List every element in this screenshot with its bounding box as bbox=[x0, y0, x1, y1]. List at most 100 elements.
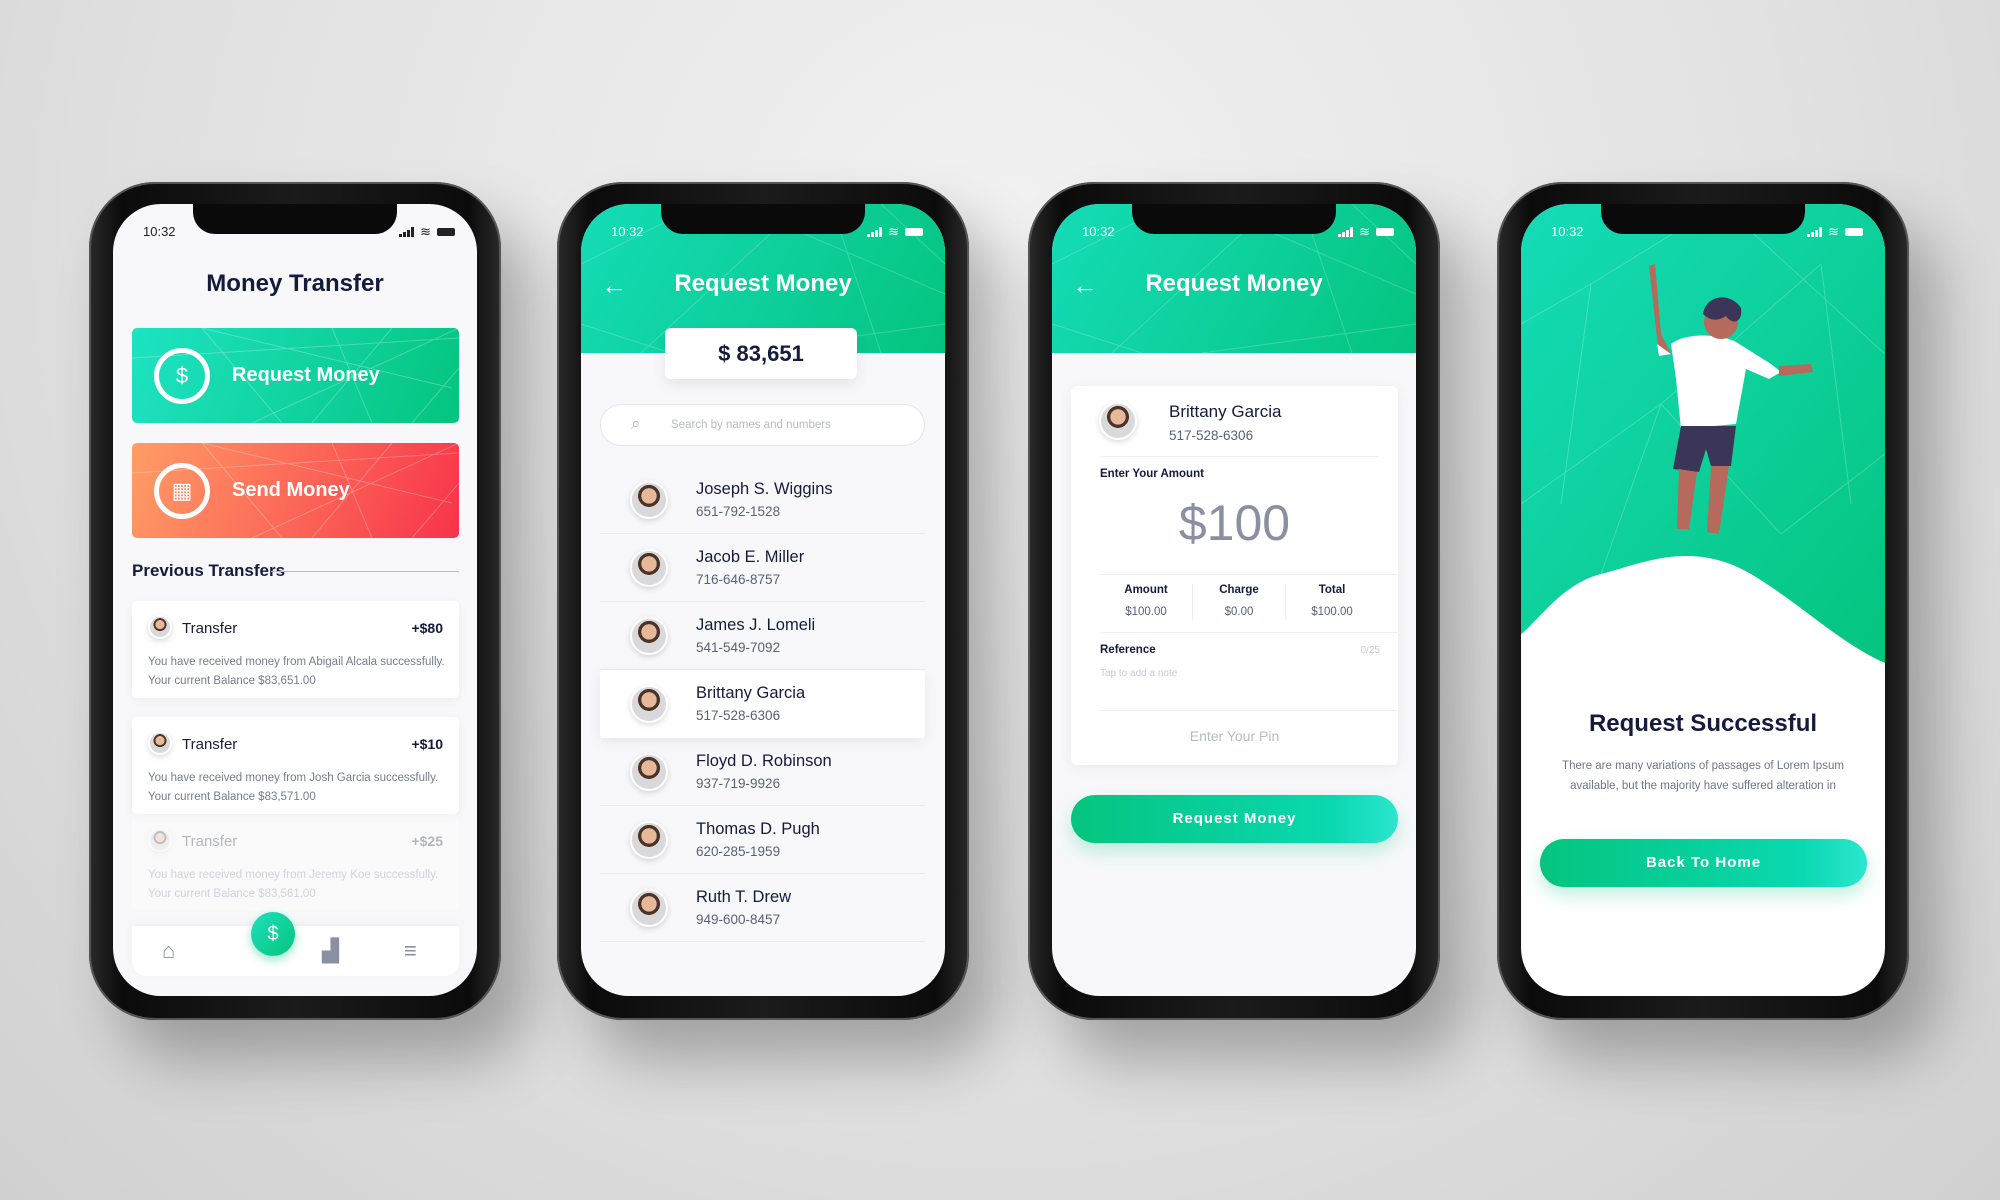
contact-name: Ruth T. Drew bbox=[696, 888, 792, 906]
status-time: 10:32 bbox=[1082, 224, 1115, 239]
contact-row[interactable]: Floyd D. Robinson 937-719-9926 bbox=[600, 738, 925, 806]
search-icon: ⌕ bbox=[631, 414, 641, 433]
transfer-amount: +$10 bbox=[411, 736, 443, 752]
phone-request-successful: 10:32 ≋ Request Successful There are many… bbox=[1497, 182, 1909, 1020]
phone-request-money-list: 10:32 ≋ ← Request Money $ 83,651 ⌕ Search … bbox=[557, 182, 969, 1020]
wifi-icon: ≋ bbox=[1359, 224, 1370, 239]
previous-transfers-heading: Previous Transfers bbox=[132, 561, 286, 580]
transfer-balance: Your current Balance $83,561.00 bbox=[148, 888, 316, 900]
battery-icon bbox=[905, 228, 923, 236]
notch bbox=[193, 204, 397, 234]
transfer-title: Transfer bbox=[182, 736, 238, 753]
transfer-card[interactable]: Transfer +$25 You have received money from… bbox=[132, 814, 459, 911]
request-money-label: Request Money bbox=[232, 364, 380, 386]
screen: 10:32 ≋ ← Request Money $ 83,651 ⌕ Search … bbox=[581, 204, 945, 996]
contact-name: Jacob E. Miller bbox=[696, 548, 805, 566]
avatar bbox=[148, 615, 172, 639]
wifi-icon: ≋ bbox=[1828, 224, 1839, 239]
contact-name: Brittany Garcia bbox=[1169, 402, 1282, 421]
battery-icon bbox=[1845, 228, 1863, 236]
wifi-icon: ≋ bbox=[420, 224, 431, 239]
avatar bbox=[630, 617, 668, 655]
contact-row[interactable]: Joseph S. Wiggins 651-792-1528 bbox=[600, 466, 925, 534]
contact-phone: 949-600-8457 bbox=[696, 912, 781, 927]
battery-icon bbox=[437, 228, 455, 236]
avatar bbox=[630, 889, 668, 927]
amount-label: Enter Your Amount bbox=[1100, 468, 1204, 480]
avatar bbox=[630, 685, 668, 723]
contact-name: Floyd D. Robinson bbox=[696, 752, 832, 770]
transfer-card[interactable]: Transfer +$10 You have received money from… bbox=[132, 717, 459, 814]
reference-input[interactable]: Tap to add a note bbox=[1100, 668, 1177, 679]
transfer-amount: +$80 bbox=[411, 620, 443, 636]
back-to-home-button[interactable]: Back To Home bbox=[1540, 839, 1867, 887]
contact-name: Brittany Garcia bbox=[696, 684, 806, 702]
success-title: Request Successful bbox=[1588, 710, 1818, 737]
transfer-title: Transfer bbox=[182, 833, 238, 850]
signal-icon bbox=[399, 227, 415, 237]
hand-money-icon: $ bbox=[154, 348, 210, 404]
request-money-card[interactable]: $ Request Money bbox=[132, 328, 459, 423]
transfer-amount: +$25 bbox=[411, 833, 443, 849]
notch bbox=[661, 204, 865, 234]
avatar bbox=[148, 828, 172, 852]
contact-phone: 517-528-6306 bbox=[1169, 428, 1254, 443]
page-title: Money Transfer bbox=[206, 270, 384, 297]
transfer-description: You have received money from Abigail Alc… bbox=[148, 656, 445, 668]
transfer-description: You have received money from Jeremy Koe … bbox=[148, 869, 439, 881]
chart-icon[interactable]: ▟ bbox=[322, 938, 339, 964]
phone-money-transfer: 10:32 ≋ Money Transfer $ Request Money ▦ … bbox=[89, 182, 501, 1020]
contact-row[interactable]: Thomas D. Pugh 620-285-1959 bbox=[600, 806, 925, 874]
contact-name: Thomas D. Pugh bbox=[696, 820, 820, 838]
contact-row[interactable]: Ruth T. Drew 949-600-8457 bbox=[600, 874, 925, 942]
notch bbox=[1601, 204, 1805, 234]
amount-input[interactable]: $100 bbox=[1071, 494, 1398, 552]
send-money-label: Send Money bbox=[232, 479, 350, 501]
status-time: 10:32 bbox=[1551, 224, 1584, 239]
battery-icon bbox=[1376, 228, 1394, 236]
search-input[interactable]: ⌕ Search by names and numbers bbox=[600, 404, 925, 446]
status-time: 10:32 bbox=[143, 224, 176, 239]
breakdown-value: $0.00 bbox=[1224, 606, 1254, 618]
contact-name: James J. Lomeli bbox=[696, 616, 816, 634]
transfer-card[interactable]: Transfer +$80 You have received money from… bbox=[132, 601, 459, 698]
phone-request-amount: 10:32 ≋ ← Request Money Brittany Garcia 5… bbox=[1028, 182, 1440, 1020]
contact-phone: 651-792-1528 bbox=[696, 504, 781, 519]
contact-phone: 620-285-1959 bbox=[696, 844, 781, 859]
breakdown-label: Amount bbox=[1124, 584, 1168, 596]
divider bbox=[1100, 632, 1398, 633]
breakdown-value: $100.00 bbox=[1311, 606, 1353, 618]
avatar bbox=[630, 821, 668, 859]
contact-phone: 541-549-7092 bbox=[696, 640, 781, 655]
breakdown-label: Total bbox=[1318, 584, 1346, 596]
contact-phone: 937-719-9926 bbox=[696, 776, 781, 791]
transfer-balance: Your current Balance $83,571.00 bbox=[148, 791, 316, 803]
bottom-nav: ⌂ $ ▟ ≡ bbox=[132, 912, 459, 976]
contact-row[interactable]: Jacob E. Miller 716-646-8757 bbox=[600, 534, 925, 602]
contact-name: Joseph S. Wiggins bbox=[696, 480, 833, 498]
signal-icon bbox=[1338, 227, 1354, 237]
page-title: Request Money bbox=[1145, 270, 1323, 297]
contact-phone: 716-646-8757 bbox=[696, 572, 781, 587]
divider bbox=[1100, 456, 1378, 457]
contact-row[interactable]: James J. Lomeli 541-549-7092 bbox=[600, 602, 925, 670]
transfer-icon[interactable]: $ bbox=[251, 912, 295, 956]
breakdown-label: Charge bbox=[1219, 584, 1259, 596]
search-placeholder: Search by names and numbers bbox=[671, 419, 831, 431]
success-message: There are many variations of passages of… bbox=[1562, 760, 1844, 792]
screen: 10:32 ≋ Request Successful There are many… bbox=[1521, 204, 1885, 996]
home-icon[interactable]: ⌂ bbox=[162, 938, 175, 964]
reference-label: Reference bbox=[1100, 644, 1156, 656]
avatar bbox=[148, 731, 172, 755]
request-money-button[interactable]: Request Money bbox=[1071, 795, 1398, 843]
transfer-balance: Your current Balance $83,651.00 bbox=[148, 675, 316, 687]
pin-input[interactable]: Enter Your Pin bbox=[1071, 728, 1398, 744]
contact-row[interactable]: Brittany Garcia 517-528-6306 bbox=[600, 670, 925, 738]
screen: 10:32 ≋ ← Request Money Brittany Garcia 5… bbox=[1052, 204, 1416, 996]
contact-phone: 517-528-6306 bbox=[696, 708, 781, 723]
send-money-card[interactable]: ▦ Send Money bbox=[132, 443, 459, 538]
signal-icon bbox=[1807, 227, 1823, 237]
transfer-title: Transfer bbox=[182, 620, 238, 637]
balance-display: $ 83,651 bbox=[665, 328, 857, 379]
menu-icon[interactable]: ≡ bbox=[404, 938, 417, 964]
